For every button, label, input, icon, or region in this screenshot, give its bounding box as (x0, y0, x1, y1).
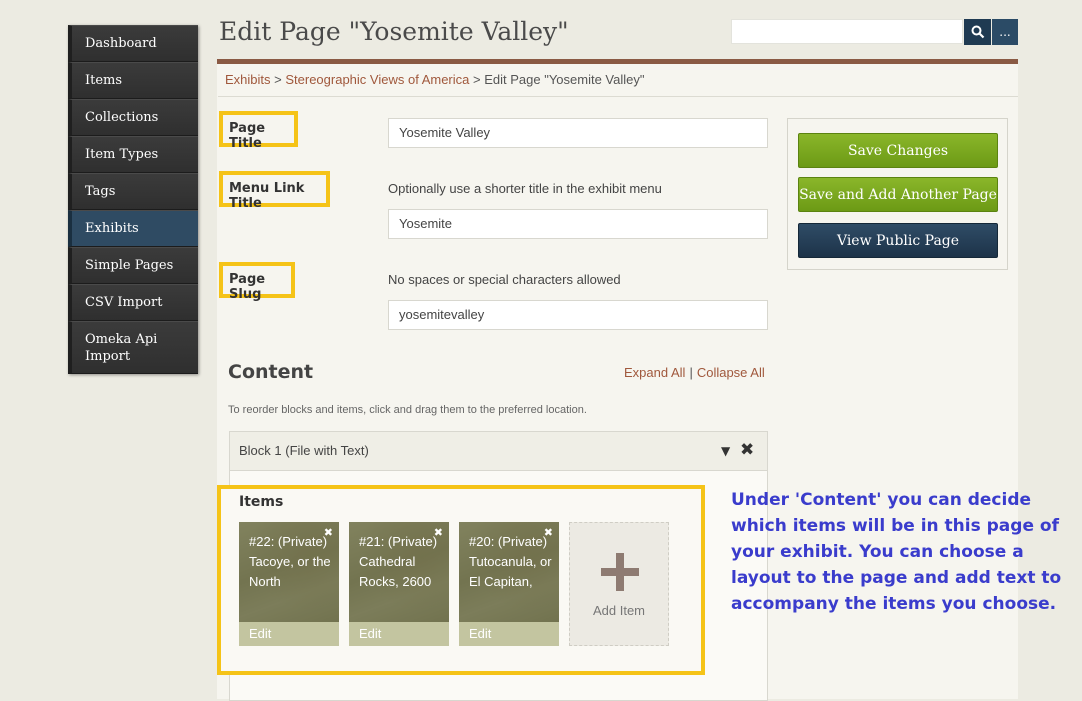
divider (218, 96, 1018, 97)
page-slug-label: Page Slug (219, 262, 295, 302)
breadcrumb-separator: > (270, 72, 286, 87)
collapse-all-link[interactable]: Collapse All (697, 365, 765, 380)
item-edit-link[interactable]: Edit (349, 622, 449, 646)
item-card[interactable]: ✖ #21: (Private) Cathedral Rocks, 2600 E… (349, 522, 449, 646)
menu-link-hint: Optionally use a shorter title in the ex… (388, 181, 662, 196)
menu-link-title-input[interactable]: Yosemite (388, 209, 768, 239)
search-button[interactable] (964, 19, 991, 45)
expand-collapse-controls: Expand All | Collapse All (624, 365, 765, 380)
nav-item-simple-pages[interactable]: Simple Pages (68, 247, 198, 284)
block-title: Block 1 (File with Text) (239, 443, 369, 458)
save-changes-button[interactable]: Save Changes (798, 133, 998, 168)
advanced-search-button[interactable]: ... (992, 19, 1018, 45)
page-slug-input[interactable]: yosemitevalley (388, 300, 768, 330)
breadcrumb-exhibits-link[interactable]: Exhibits (225, 72, 271, 87)
nav-item-exhibits[interactable]: Exhibits (68, 210, 198, 247)
item-card[interactable]: ✖ #20: (Private) Tutocanula, or El Capit… (459, 522, 559, 646)
save-and-add-page-button[interactable]: Save and Add Another Page (798, 177, 998, 212)
nav-item-omeka-api-import[interactable]: Omeka Api Import (68, 321, 198, 374)
page-title-input[interactable]: Yosemite Valley (388, 118, 768, 148)
items-heading: Items (239, 494, 284, 510)
page-title: Edit Page "Yosemite Valley" (219, 17, 569, 46)
view-public-page-button[interactable]: View Public Page (798, 223, 998, 258)
nav-item-tags[interactable]: Tags (68, 173, 198, 210)
add-item-label: Add Item (592, 603, 646, 618)
item-caption: #21: (Private) Cathedral Rocks, 2600 (359, 534, 438, 589)
item-edit-link[interactable]: Edit (459, 622, 559, 646)
menu-link-title-label: Menu Link Title (219, 171, 330, 211)
reorder-hint: To reorder blocks and items, click and d… (228, 404, 587, 416)
breadcrumb: Exhibits > Stereographic Views of Americ… (225, 72, 644, 87)
collapse-caret-icon[interactable]: ▼ (721, 444, 730, 458)
breadcrumb-separator: > (469, 72, 485, 87)
annotation-text: Under 'Content' you can decide which ite… (731, 490, 1062, 614)
breadcrumb-exhibit-link[interactable]: Stereographic Views of America (285, 72, 469, 87)
expand-all-link[interactable]: Expand All (624, 365, 685, 380)
item-caption: #22: (Private) Tacoye, or the North (249, 534, 331, 589)
search-input[interactable] (731, 19, 963, 44)
separator: | (689, 365, 693, 380)
item-caption: #20: (Private) Tutocanula, or El Capitan… (469, 534, 552, 589)
item-edit-link[interactable]: Edit (239, 622, 339, 646)
content-heading: Content (228, 361, 314, 383)
nav-item-dashboard[interactable]: Dashboard (68, 25, 198, 62)
search-icon (971, 25, 984, 39)
item-card[interactable]: ✖ #22: (Private) Tacoye, or the North Ed… (239, 522, 339, 646)
plus-icon (601, 553, 639, 591)
nav-item-collections[interactable]: Collections (68, 99, 198, 136)
remove-block-icon[interactable]: ✖ (740, 440, 754, 460)
nav-item-items[interactable]: Items (68, 62, 198, 99)
nav-item-item-types[interactable]: Item Types (68, 136, 198, 173)
page-title-label: Page Title (219, 111, 298, 151)
page-slug-hint: No spaces or special characters allowed (388, 272, 621, 287)
nav-item-csv-import[interactable]: CSV Import (68, 284, 198, 321)
admin-sidebar-nav: Dashboard Items Collections Item Types T… (68, 25, 198, 374)
add-item-button[interactable]: Add Item (569, 522, 669, 646)
breadcrumb-current: Edit Page "Yosemite Valley" (484, 72, 645, 87)
